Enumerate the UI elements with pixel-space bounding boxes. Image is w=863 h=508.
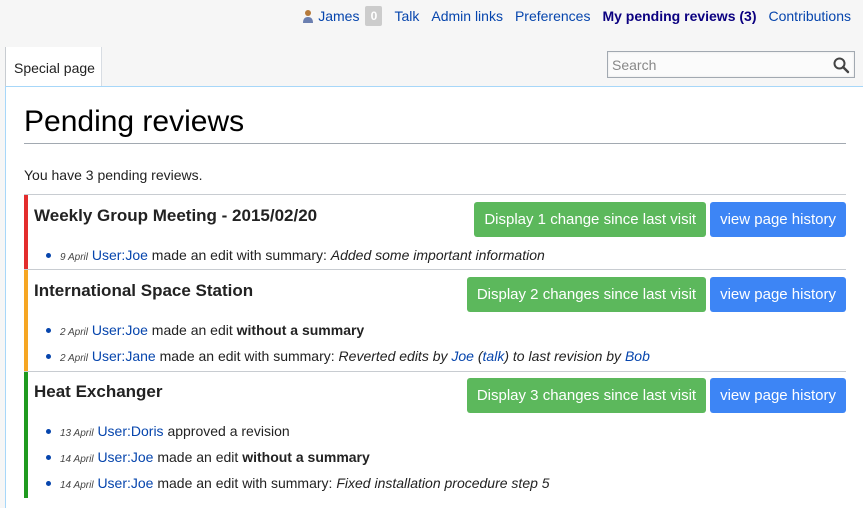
tab-special-page[interactable]: Special page xyxy=(5,47,102,86)
notifications-badge[interactable]: 0 xyxy=(365,6,383,26)
user-link[interactable]: User:Joe xyxy=(92,322,148,338)
content-area: Pending reviews You have 3 pending revie… xyxy=(5,86,863,508)
intro-text: You have 3 pending reviews. xyxy=(24,167,203,183)
display-changes-button[interactable]: Display 2 changes since last visit xyxy=(466,277,707,312)
view-history-button[interactable]: view page history xyxy=(710,202,846,237)
reviews-list: Weekly Group Meeting - 2015/02/20 Displa… xyxy=(24,194,846,498)
display-changes-button[interactable]: Display 3 changes since last visit xyxy=(466,378,707,413)
edit-text: made an edit with summary: xyxy=(151,247,327,263)
contributions-link[interactable]: Contributions xyxy=(769,8,852,24)
status-bar xyxy=(24,195,28,269)
edit-date: 2 April xyxy=(60,353,88,364)
view-history-button[interactable]: view page history xyxy=(710,378,846,413)
list-item: 13 April User:Doris approved a revision xyxy=(46,421,550,447)
user-link[interactable]: User:Joe xyxy=(92,247,148,263)
edit-text: made an edit with summary: xyxy=(159,348,335,364)
list-item: 14 April User:Joe made an edit without a… xyxy=(46,447,550,473)
edit-no-summary: without a summary xyxy=(242,449,370,465)
search-box xyxy=(607,51,855,78)
username-link[interactable]: James xyxy=(318,8,359,24)
status-bar xyxy=(24,270,28,371)
talk-link[interactable]: Talk xyxy=(394,8,419,24)
review-title[interactable]: Weekly Group Meeting - 2015/02/20 xyxy=(34,206,317,226)
list-item: 14 April User:Joe made an edit with summ… xyxy=(46,473,550,499)
edit-summary: Added some important information xyxy=(330,247,545,263)
user-link[interactable]: User:Jane xyxy=(92,348,156,364)
edit-date: 2 April xyxy=(60,327,88,338)
edit-summary: Fixed installation procedure step 5 xyxy=(336,475,550,491)
summary-talk-link[interactable]: talk xyxy=(483,348,505,364)
user-menu[interactable]: James 0 xyxy=(302,6,383,26)
bullet xyxy=(46,455,51,460)
bullet xyxy=(46,429,51,434)
edit-date: 9 April xyxy=(60,252,88,263)
bullet xyxy=(46,328,51,333)
edit-text: made an edit with summary: xyxy=(157,475,333,491)
review-item: Heat Exchanger Display 3 changes since l… xyxy=(24,372,846,498)
status-bar xyxy=(24,372,28,498)
view-history-button[interactable]: view page history xyxy=(710,277,846,312)
edit-text: made an edit xyxy=(157,449,239,465)
summary-user-link[interactable]: Joe xyxy=(451,348,474,364)
tab-label: Special page xyxy=(14,60,95,76)
edit-text: approved a revision xyxy=(167,423,290,439)
user-link[interactable]: User:Joe xyxy=(97,475,153,491)
my-pending-reviews-link[interactable]: My pending reviews (3) xyxy=(602,8,756,24)
list-item: 2 April User:Joe made an edit without a … xyxy=(46,320,650,346)
list-item: 9 April User:Joe made an edit with summa… xyxy=(46,245,545,271)
admin-links-link[interactable]: Admin links xyxy=(431,8,503,24)
review-title[interactable]: International Space Station xyxy=(34,281,253,301)
bullet xyxy=(46,253,51,258)
edit-date: 13 April xyxy=(60,428,94,439)
summary-post: to last revision by xyxy=(512,348,622,364)
list-item: 2 April User:Jane made an edit with summ… xyxy=(46,346,650,372)
review-item: Weekly Group Meeting - 2015/02/20 Displa… xyxy=(24,195,846,270)
display-changes-button[interactable]: Display 1 change since last visit xyxy=(474,202,707,237)
edit-summary: Reverted edits by Joe (talk) to last rev… xyxy=(338,348,650,364)
page-title: Pending reviews xyxy=(24,105,846,144)
preferences-link[interactable]: Preferences xyxy=(515,8,590,24)
edit-date: 14 April xyxy=(60,454,94,465)
summary-last-user-link[interactable]: Bob xyxy=(625,348,650,364)
search-input[interactable] xyxy=(608,52,832,77)
bullet xyxy=(46,354,51,359)
search-icon[interactable] xyxy=(832,56,850,74)
edit-no-summary: without a summary xyxy=(236,322,365,338)
summary-pre: Reverted edits by xyxy=(338,348,448,364)
edit-date: 14 April xyxy=(60,480,94,491)
bullet xyxy=(46,481,51,486)
review-title[interactable]: Heat Exchanger xyxy=(34,382,163,402)
review-item: International Space Station Display 2 ch… xyxy=(24,270,846,372)
user-link[interactable]: User:Joe xyxy=(97,449,153,465)
edit-text: made an edit xyxy=(151,322,233,338)
personal-tools: James 0 Talk Admin links Preferences My … xyxy=(290,6,851,26)
user-icon xyxy=(303,10,314,23)
user-link[interactable]: User:Doris xyxy=(97,423,163,439)
